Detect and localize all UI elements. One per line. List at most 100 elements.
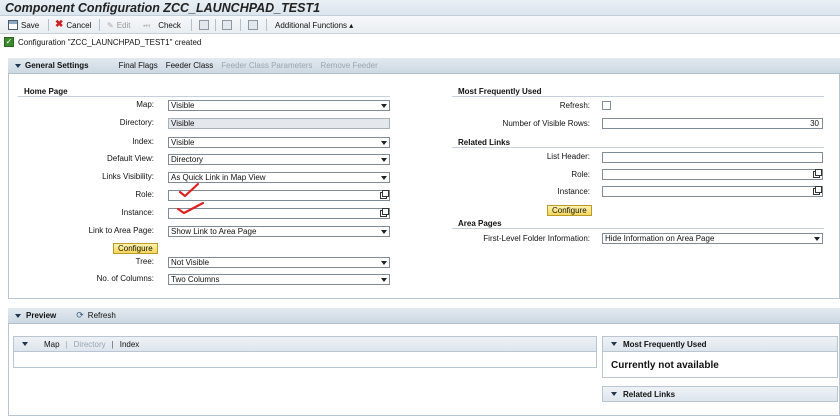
toolbar-icon-button-2[interactable] [222,19,232,31]
default-view-label: Default View: [107,154,154,163]
pencil-icon: ✎ [107,20,114,30]
refresh-checkbox[interactable] [602,101,611,110]
tab-feeder-class[interactable]: Feeder Class [166,61,214,70]
tab-separator: | [65,339,68,349]
toolbar: Save ✖ Cancel ✎ Edit ⤟ Check Additional … [0,16,840,34]
visible-rows-label: Number of Visible Rows: [502,119,590,128]
most-used-title: Most Frequently Used [458,87,542,96]
first-level-dropdown[interactable]: Hide Information on Area Page [602,233,823,244]
save-button[interactable]: Save [8,19,39,31]
layout-icon [199,20,209,30]
toolbar-icon-button-3[interactable] [248,19,258,31]
not-available-text: Currently not available [611,360,719,371]
collapse-icon[interactable] [15,313,21,318]
visible-rows-input[interactable]: 30 [602,118,823,129]
success-check-icon: ✓ [4,37,14,47]
save-icon [8,20,18,30]
cancel-icon: ✖ [55,19,64,30]
instance-label: Instance: [121,208,154,217]
related-role-input[interactable] [602,169,823,180]
preview-related-links-header: Related Links [602,386,838,402]
tab-final-flags[interactable]: Final Flags [119,61,158,70]
links-visibility-label: Links Visibility: [102,172,154,181]
refresh-label: Refresh: [559,101,590,110]
chevron-down-icon [381,261,387,265]
preview-title: Preview [26,311,57,320]
preview-header: Preview ⟳ Refresh [8,308,840,324]
chevron-down-icon [381,104,387,108]
related-role-label: Role: [571,170,590,179]
edit-button[interactable]: ✎ Edit [107,19,131,31]
chevron-down-icon [381,176,387,180]
message-text: Configuration "ZCC_LAUNCHPAD_TEST1" crea… [18,37,202,47]
check-icon: ⤟ [143,19,151,30]
title-bar: Component Configuration ZCC_LAUNCHPAD_TE… [0,0,840,16]
related-links-title: Related Links [458,138,511,147]
link-area-label: Link to Area Page: [88,226,154,235]
chevron-down-icon [381,278,387,282]
preview-most-used-title: Most Frequently Used [623,339,707,349]
value-help-icon[interactable] [813,169,822,178]
general-settings-header: General Settings Final Flags Feeder Clas… [8,58,840,74]
refresh-button[interactable]: ⟳ Refresh [76,310,116,321]
value-help-icon[interactable] [380,208,389,217]
role-label: Role: [135,190,154,199]
tab-feeder-class-parameters[interactable]: Feeder Class Parameters [221,61,312,70]
tab-separator: | [111,339,114,349]
directory-label: Directory: [119,118,154,127]
related-instance-input[interactable] [602,186,823,197]
link-area-dropdown[interactable]: Show Link to Area Page [168,226,390,237]
message-bar: ✓ Configuration "ZCC_LAUNCHPAD_TEST1" cr… [0,35,840,49]
list-header-label: List Header: [546,152,590,161]
preview-most-used-body: Currently not available [602,352,838,378]
grid-icon [248,20,258,30]
checkmark-icon [178,182,200,198]
chevron-down-icon [381,158,387,162]
tab-remove-feeder[interactable]: Remove Feeder [320,61,377,70]
toolbar-separator [191,19,192,31]
toolbar-separator [240,19,241,31]
collapse-icon[interactable] [15,63,21,68]
list-header-input[interactable] [602,152,823,163]
first-level-label: First-Level Folder Information: [483,234,590,243]
collapse-icon[interactable] [611,392,617,396]
red-checkmark-annotations [176,182,205,215]
tree-label: Tree: [135,257,154,266]
divider [18,96,390,97]
page-title: Component Configuration ZCC_LAUNCHPAD_TE… [5,1,321,15]
related-instance-label: Instance: [557,187,590,196]
columns-icon [222,20,232,30]
default-view-dropdown[interactable]: Directory [168,154,390,165]
additional-functions-menu[interactable]: Additional Functions ▴ [275,19,353,31]
cancel-button[interactable]: ✖ Cancel [55,19,91,31]
toolbar-separator [99,19,100,31]
map-dropdown[interactable]: Visible [168,100,390,111]
tab-map[interactable]: Map [44,340,60,349]
checkmark-icon [176,201,205,215]
chevron-down-icon [814,237,820,241]
collapse-icon[interactable] [611,342,617,346]
toolbar-icon-button-1[interactable] [199,19,209,31]
preview-related-links-title: Related Links [623,389,676,399]
collapse-icon[interactable] [22,342,28,346]
home-page-title: Home Page [24,87,68,96]
area-pages-title: Area Pages [458,219,502,228]
value-help-icon[interactable] [813,186,822,195]
preview-view-tabs: Map | Directory | Index [13,336,597,352]
tab-index[interactable]: Index [120,340,140,349]
related-configure-button[interactable]: Configure [547,205,592,216]
index-dropdown[interactable]: Visible [168,137,390,148]
preview-most-used-header: Most Frequently Used [602,336,838,352]
divider [452,96,824,97]
tab-directory[interactable]: Directory [74,340,106,349]
tree-dropdown[interactable]: Not Visible [168,257,390,268]
toolbar-separator [266,19,267,31]
columns-dropdown[interactable]: Two Columns [168,274,390,285]
chevron-down-icon [381,141,387,145]
check-button[interactable]: ⤟ Check [143,19,181,31]
value-help-icon[interactable] [380,190,389,199]
index-label: Index: [132,137,154,146]
chevron-down-icon [381,230,387,234]
map-label: Map: [136,100,154,109]
configure-button[interactable]: Configure [113,243,158,254]
